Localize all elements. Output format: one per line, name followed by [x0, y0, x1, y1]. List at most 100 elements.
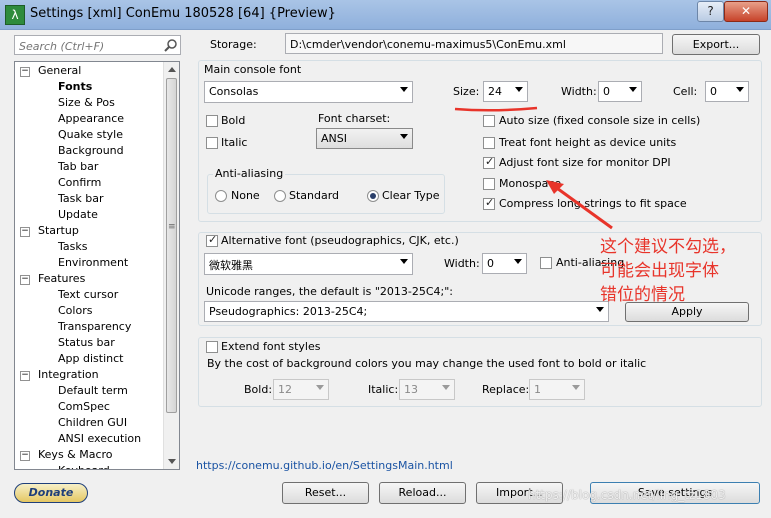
tree-item[interactable]: Keyboard — [58, 464, 110, 469]
tree-item[interactable]: Background — [58, 144, 124, 157]
tree-item[interactable]: Keys & Macro — [38, 448, 113, 461]
alt-antialias-checkbox[interactable] — [540, 257, 552, 269]
tree-item[interactable]: Colors — [58, 304, 92, 317]
unicode-ranges-label: Unicode ranges, the default is "2013-25C… — [206, 285, 454, 298]
treat-height-label: Treat font height as device units — [499, 136, 677, 149]
cell-value: 0 — [710, 85, 717, 98]
tree-item[interactable]: Startup — [38, 224, 79, 237]
font-width-select[interactable]: 0 — [598, 81, 642, 102]
compress-checkbox[interactable] — [483, 196, 495, 210]
scroll-down-arrow-icon[interactable] — [168, 459, 176, 464]
antialias-none-label: None — [231, 189, 260, 202]
tree-item[interactable]: Tasks — [58, 240, 87, 253]
alt-font-checkbox[interactable] — [206, 233, 218, 247]
scroll-thumb[interactable] — [166, 78, 177, 413]
extend-styles-checkbox[interactable] — [206, 341, 218, 353]
scroll-up-arrow-icon[interactable] — [168, 67, 176, 72]
alt-width-select[interactable]: 0 — [482, 253, 527, 274]
tree-item[interactable]: Update — [58, 208, 98, 221]
cell-label: Cell: — [673, 85, 698, 98]
tree-item[interactable]: Children GUI — [58, 416, 127, 429]
tree-collapse-toggle-icon[interactable]: − — [20, 227, 30, 237]
tree-item[interactable]: App distinct — [58, 352, 123, 365]
reset-button[interactable]: Reset... — [282, 482, 369, 504]
chevron-down-icon — [572, 385, 580, 390]
antialias-none-radio[interactable] — [215, 190, 227, 202]
size-underline-annotation — [454, 106, 538, 112]
reload-button[interactable]: Reload... — [379, 482, 466, 504]
main-font-label: Main console font — [204, 63, 302, 76]
auto-size-checkbox[interactable] — [483, 115, 495, 127]
tree-collapse-toggle-icon[interactable]: − — [20, 67, 30, 77]
extend-styles-label: Extend font styles — [221, 340, 321, 353]
chevron-down-icon — [629, 87, 637, 92]
style-italic-value: 13 — [404, 383, 418, 396]
charset-value: ANSI — [321, 132, 347, 145]
charset-select[interactable]: ANSI — [316, 128, 413, 149]
unicode-ranges-select[interactable]: Pseudographics: 2013-25C4; — [204, 301, 609, 322]
tree-collapse-toggle-icon[interactable]: − — [20, 275, 30, 285]
style-italic-select[interactable]: 13 — [399, 379, 455, 400]
tree-item[interactable]: Status bar — [58, 336, 115, 349]
close-button[interactable]: ✕ — [724, 1, 768, 22]
tree-item[interactable]: Fonts — [58, 80, 92, 93]
treat-height-checkbox[interactable] — [483, 137, 495, 149]
export-button[interactable]: Export... — [672, 34, 760, 55]
style-replace-select[interactable]: 1 — [529, 379, 585, 400]
italic-checkbox[interactable] — [206, 137, 218, 149]
settings-tree[interactable]: − General Fonts Size & Pos Appearance Quake s… — [14, 61, 180, 470]
storage-label: Storage: — [210, 38, 257, 51]
search-input[interactable] — [17, 37, 161, 55]
tree-item[interactable]: Size & Pos — [58, 96, 115, 109]
charset-label: Font charset: — [318, 112, 391, 125]
help-link[interactable]: https://conemu.github.io/en/SettingsMain… — [196, 459, 453, 472]
antialias-label: Anti-aliasing — [213, 167, 286, 180]
style-bold-label: Bold: — [244, 383, 273, 396]
style-replace-value: 1 — [534, 383, 541, 396]
tree-scrollbar[interactable]: ≡ — [163, 62, 179, 469]
antialias-standard-label: Standard — [289, 189, 340, 202]
tree-item[interactable]: Text cursor — [58, 288, 118, 301]
cell-select[interactable]: 0 — [705, 81, 749, 102]
tree-item[interactable]: Default term — [58, 384, 128, 397]
annotation-line-3: 错位的情况 — [600, 285, 685, 305]
main-font-select[interactable]: Consolas — [204, 81, 413, 103]
adjust-dpi-checkbox[interactable] — [483, 155, 495, 169]
alt-font-value: 微软雅黑 — [209, 259, 253, 272]
alt-width-value: 0 — [487, 257, 494, 270]
tree-item[interactable]: ComSpec — [58, 400, 110, 413]
donate-button[interactable]: Donate — [14, 483, 88, 503]
scroll-grip-icon: ≡ — [168, 222, 176, 232]
alt-font-select[interactable]: 微软雅黑 — [204, 253, 413, 275]
tree-item[interactable]: Task bar — [58, 192, 103, 205]
style-bold-select[interactable]: 12 — [273, 379, 329, 400]
search-icon[interactable] — [164, 38, 178, 52]
storage-path: D:\cmder\vendor\conemu-maximus5\ConEmu.x… — [290, 38, 566, 51]
storage-path-field[interactable]: D:\cmder\vendor\conemu-maximus5\ConEmu.x… — [285, 33, 663, 54]
chevron-down-icon — [736, 87, 744, 92]
tree-item[interactable]: Features — [38, 272, 85, 285]
tree-item[interactable]: Confirm — [58, 176, 101, 189]
tree-item[interactable]: Quake style — [58, 128, 123, 141]
tree-item[interactable]: Tab bar — [58, 160, 98, 173]
annotation-line-1: 这个建议不勾选， — [600, 237, 736, 257]
tree-item[interactable]: Integration — [38, 368, 99, 381]
antialias-standard-radio[interactable] — [274, 190, 286, 202]
main-font-value: Consolas — [209, 85, 259, 98]
tree-item[interactable]: Appearance — [58, 112, 124, 125]
conemu-app-icon[interactable]: λ — [5, 5, 25, 25]
tree-collapse-toggle-icon[interactable]: − — [20, 451, 30, 461]
help-button[interactable]: ? — [697, 1, 724, 22]
tree-item[interactable]: Environment — [58, 256, 128, 269]
search-box[interactable] — [14, 35, 181, 55]
monospace-checkbox[interactable] — [483, 178, 495, 190]
tree-item[interactable]: ANSI execution — [58, 432, 141, 445]
adjust-dpi-label: Adjust font size for monitor DPI — [499, 156, 671, 169]
tree-item[interactable]: Transparency — [58, 320, 131, 333]
tree-item[interactable]: General — [38, 64, 81, 77]
font-size-select[interactable]: 24 — [483, 81, 528, 102]
tree-collapse-toggle-icon[interactable]: − — [20, 371, 30, 381]
apply-button[interactable]: Apply — [625, 302, 749, 322]
antialias-cleartype-radio[interactable] — [367, 190, 379, 202]
bold-checkbox[interactable] — [206, 115, 218, 127]
